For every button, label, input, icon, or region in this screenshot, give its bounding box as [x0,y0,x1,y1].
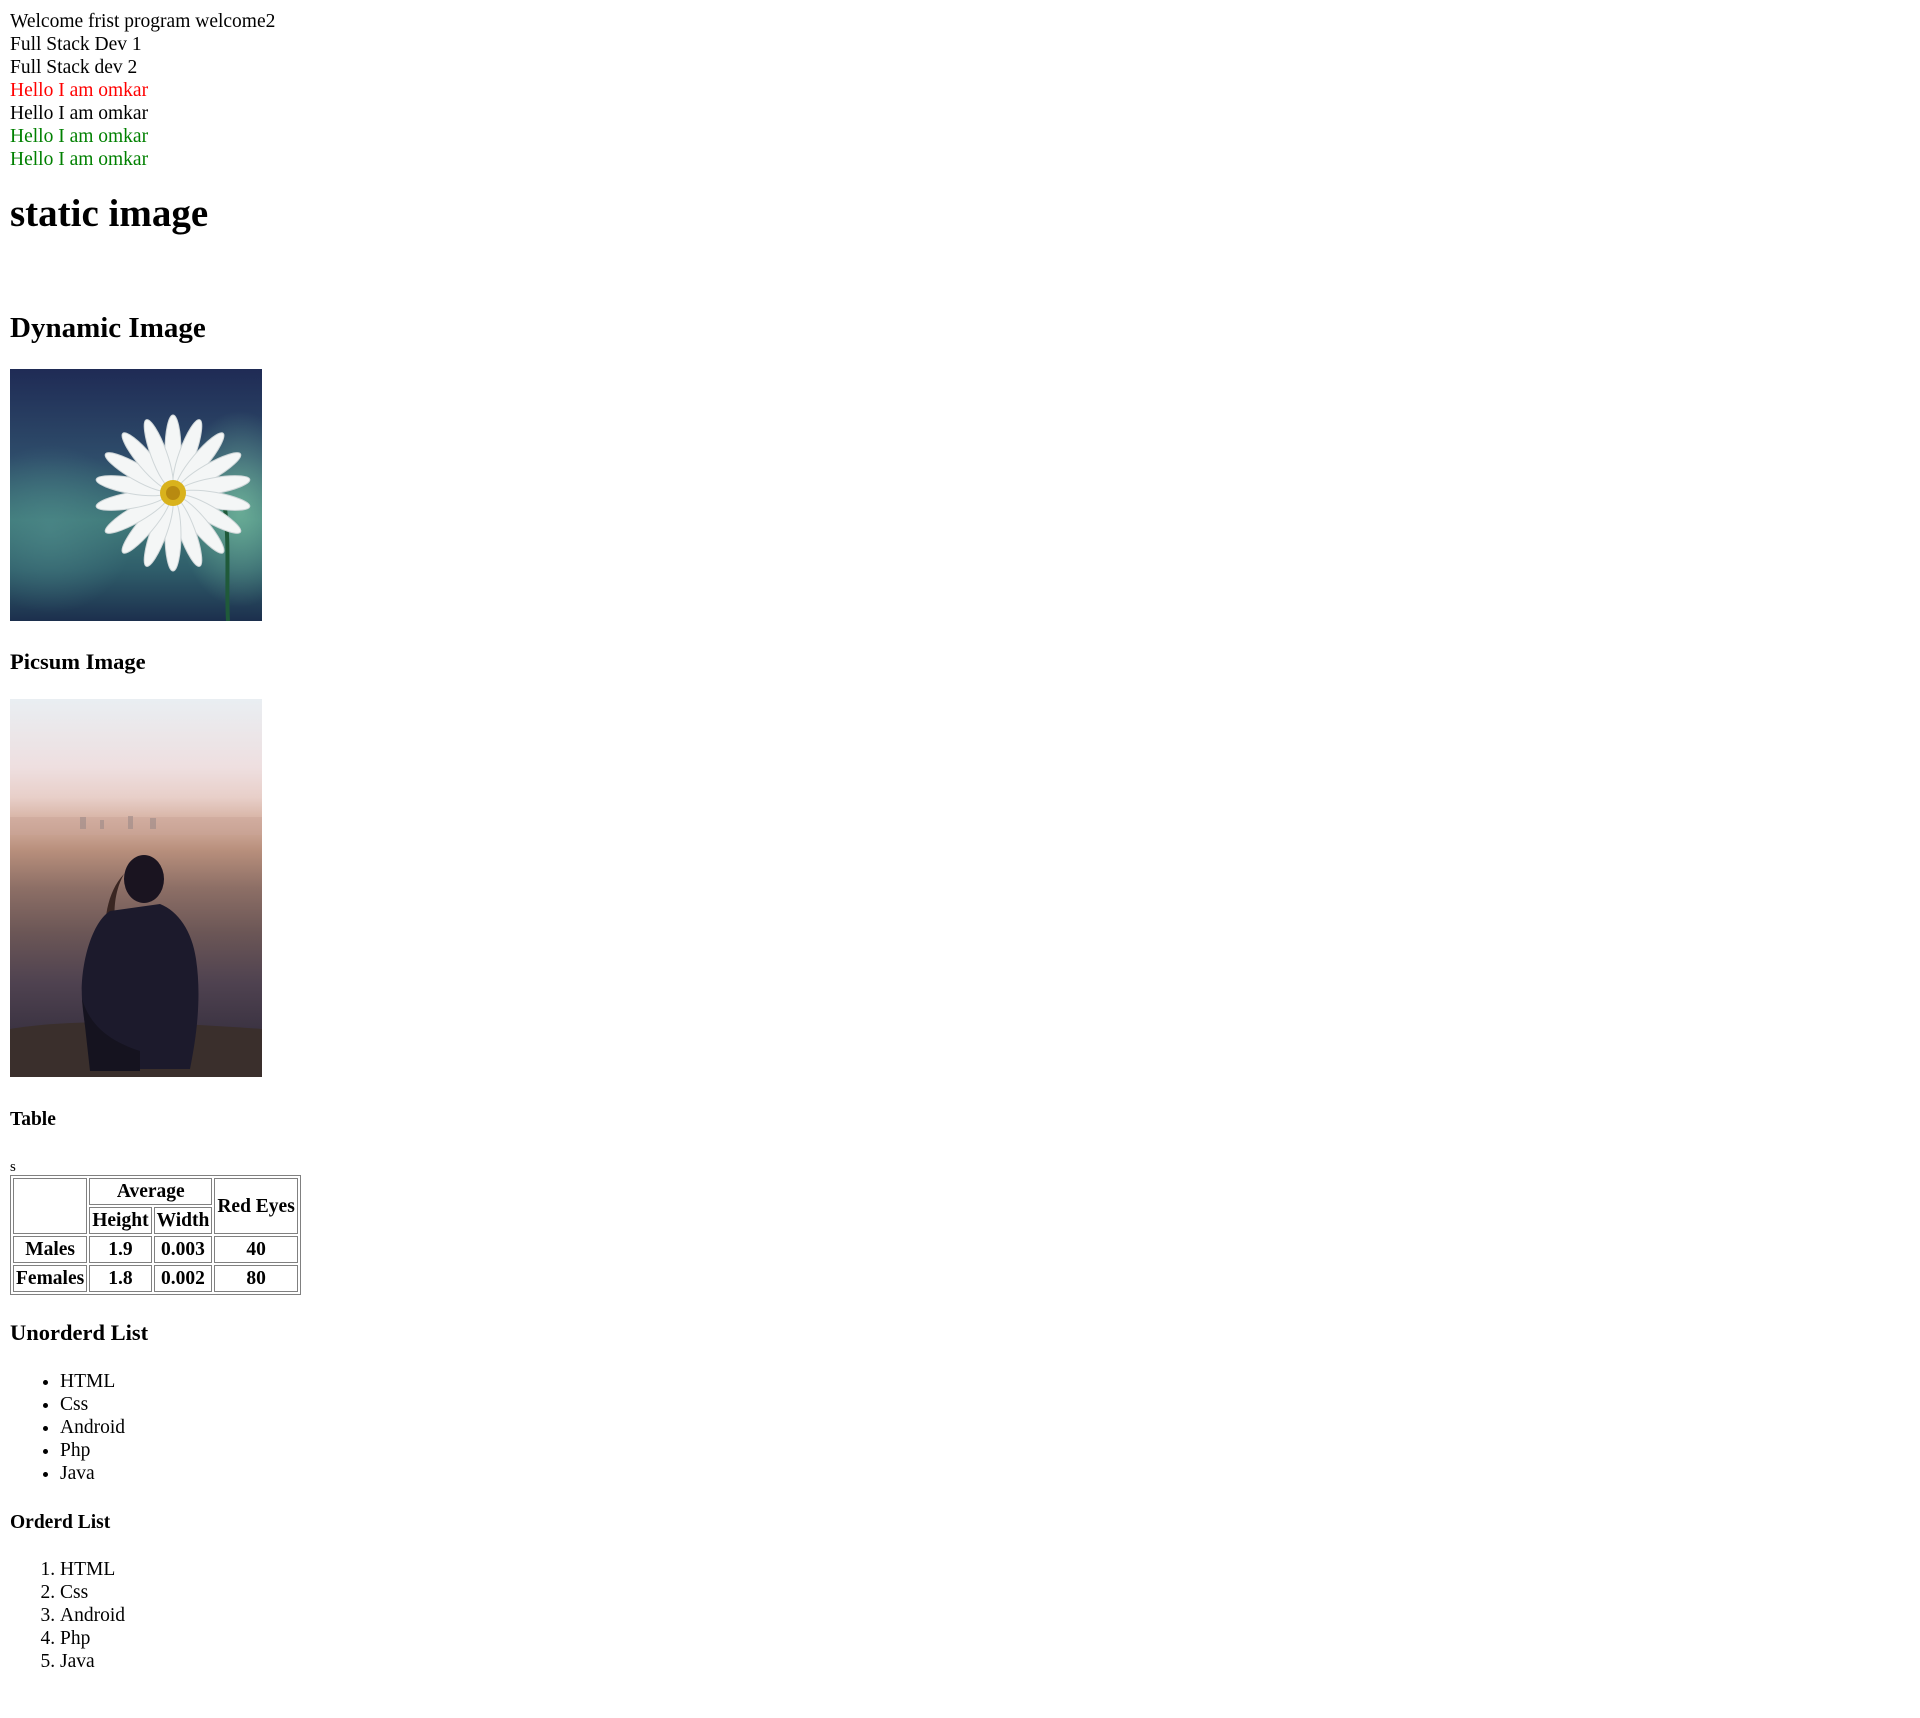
page: Welcome frist program welcome2 Full Stac… [0,0,1920,1673]
intro-line-2: Full Stack Dev 1 [10,34,142,55]
picsum-image-heading: Picsum Image [10,649,146,674]
person-landscape-image [10,699,262,1077]
table-cell-red-eyes: 40 [214,1236,298,1263]
stray-text: s [10,1159,16,1175]
dynamic-image-heading: Dynamic Image [10,312,206,344]
statistics-table: Average Red Eyes Height Width Males 1.9 … [10,1175,301,1295]
table-header-width: Width [153,1207,213,1234]
intro-line-1: Welcome frist program welcome2 [10,11,276,32]
daisy-flower-image [10,369,262,621]
table-row: Females 1.8 0.002 80 [13,1265,298,1292]
table-header-row: Average Red Eyes [13,1178,298,1234]
list-item: Php [60,1627,1910,1650]
list-item: Css [60,1393,1910,1416]
list-item: Android [60,1604,1910,1627]
table-cell-height: 1.8 [89,1265,152,1292]
table-row-label: Males [13,1236,88,1263]
list-item: Android [60,1416,1910,1439]
table-row: Males 1.9 0.003 40 [13,1236,298,1263]
list-item: Css [60,1581,1910,1604]
table-corner-cell [13,1178,88,1234]
table-header-red-eyes: Red Eyes [214,1178,298,1234]
list-item: HTML [60,1370,1910,1393]
intro-line-5: Hello I am omkar [10,103,149,124]
table-cell-red-eyes: 80 [214,1265,298,1292]
intro-line-4: Hello I am omkar [10,80,149,101]
table-heading: Table [10,1109,56,1130]
list-item: Java [60,1462,1910,1485]
table-cell-width: 0.003 [153,1236,213,1263]
table-row-label: Females [13,1265,88,1292]
table-header-average: Average [89,1178,213,1205]
unordered-list: HTML Css Android Php Java [10,1370,1910,1485]
intro-line-6: Hello I am omkar [10,126,149,147]
table-header-height: Height [89,1207,152,1234]
person-silhouette-graphic [10,816,262,1077]
list-item: Php [60,1439,1910,1462]
intro-line-7: Hello I am omkar [10,149,149,170]
ordered-list-heading: Orderd List [10,1512,111,1533]
ordered-list: HTML Css Android Php Java [10,1558,1910,1673]
daisy-flower-graphic [95,414,251,621]
unordered-list-heading: Unorderd List [10,1320,149,1345]
list-item: HTML [60,1558,1910,1581]
list-item: Java [60,1650,1910,1673]
table-cell-height: 1.9 [89,1236,152,1263]
table-cell-width: 0.002 [153,1265,213,1292]
intro-line-3: Full Stack dev 2 [10,57,138,78]
static-image-heading: static image [10,192,209,235]
